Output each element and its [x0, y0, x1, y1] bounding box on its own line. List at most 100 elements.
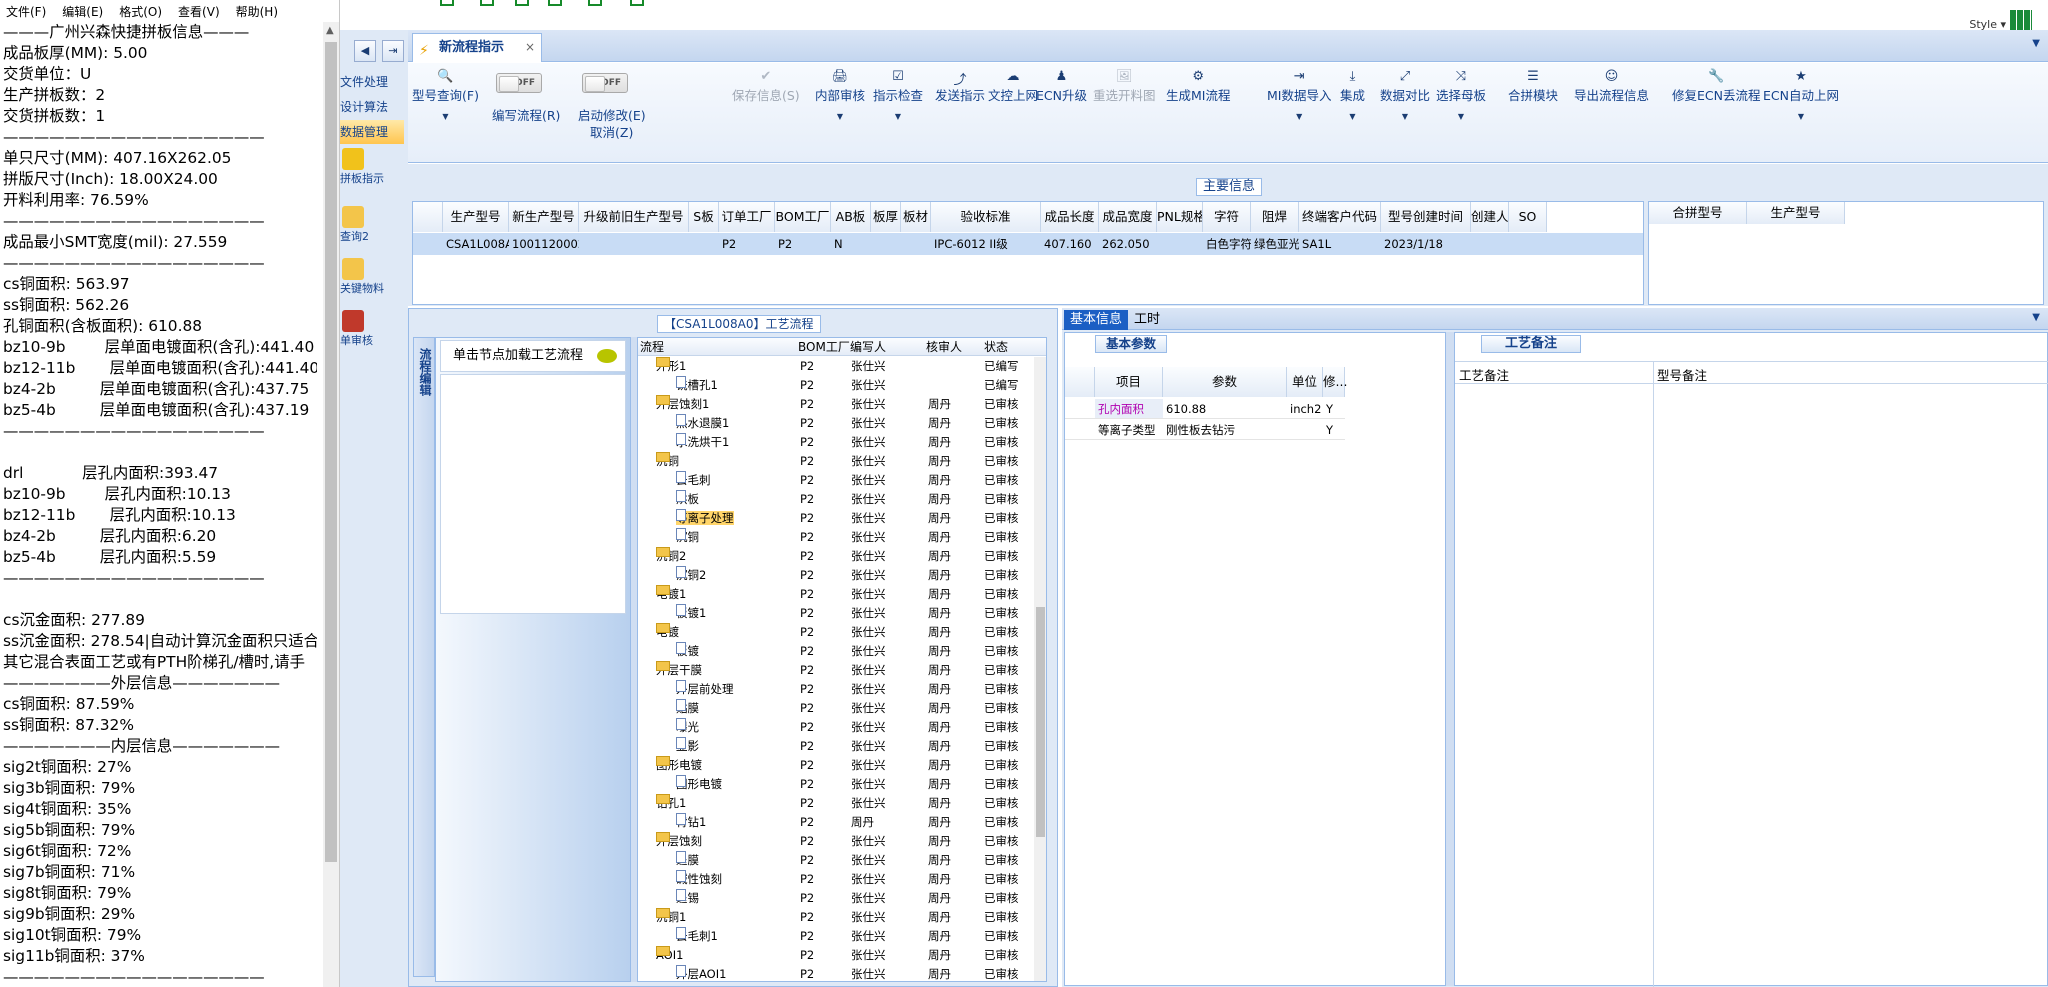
grid-icon[interactable] [2010, 10, 2032, 30]
column-header[interactable]: 升级前旧生产型号 [579, 202, 689, 232]
notepad-text-area[interactable]: ———广州兴森快捷拼板信息——— 成品板厚(MM): 5.00 交货单位：U 生产拼板… [3, 22, 317, 987]
tree-node[interactable]: 曝光 [676, 718, 699, 737]
login-icon[interactable]: ⇥ [382, 40, 404, 62]
menu-item[interactable]: 帮助(H) [236, 3, 278, 20]
toolbar-button[interactable]: ⤴ 发送指示 [935, 69, 985, 104]
column-header[interactable]: AB板 [831, 202, 871, 232]
table-cell[interactable]: P2 [775, 233, 831, 255]
column-header[interactable]: 终端客户代码 [1299, 202, 1381, 232]
tree-row[interactable]: 背钻1 P2 周丹 周丹 已审核 [638, 813, 1033, 832]
tree-node[interactable]: −图形电镀 [656, 756, 702, 775]
table-cell[interactable]: 407.160 [1041, 233, 1099, 255]
table-cell[interactable] [1157, 233, 1203, 255]
column-header[interactable]: 板材 [901, 202, 931, 232]
column-header[interactable]: 阻焊 [1251, 202, 1299, 232]
menu-item[interactable]: 编辑(E) [62, 3, 103, 20]
splitter[interactable] [1446, 332, 1454, 986]
tree-node[interactable]: −电镀 [656, 623, 679, 642]
notepad-scrollbar[interactable]: ▲ [323, 22, 339, 987]
tree-row[interactable]: −沉铜2 P2 张仕兴 周丹 已审核 [638, 547, 1033, 566]
toolbar-button[interactable]: ⚙ 生成MI流程 [1166, 69, 1230, 104]
table-cell[interactable] [1509, 233, 1547, 255]
tree-row[interactable]: −AOI1 P2 张仕兴 周丹 已审核 [638, 946, 1033, 965]
param-mod[interactable]: Y [1323, 420, 1345, 440]
tree-node[interactable]: −沉铜1 [656, 908, 686, 927]
tree-row[interactable]: 去毛刺 P2 张仕兴 周丹 已审核 [638, 471, 1033, 490]
load-flow-hint[interactable]: 单击节点加载工艺流程 [440, 340, 626, 372]
table-cell[interactable]: 262.050 [1099, 233, 1157, 255]
tree-node[interactable]: 外层前处理 [676, 680, 734, 699]
tree-row[interactable]: 图形电镀 P2 张仕兴 周丹 已审核 [638, 775, 1033, 794]
tab-work-hours[interactable]: 工时 [1134, 310, 1160, 330]
tree-row[interactable]: −电镀 P2 张仕兴 周丹 已审核 [638, 623, 1033, 642]
nav-sub-material[interactable]: 关键物料 [340, 258, 404, 296]
tree-column-header[interactable]: BOM工厂 [798, 338, 850, 356]
menu-item[interactable]: 查看(V) [178, 3, 220, 20]
table-cell[interactable]: CSA1L008A0 [443, 233, 509, 255]
column-header[interactable]: 订单工厂 [719, 202, 775, 232]
tree-row[interactable]: −图形电镀 P2 张仕兴 周丹 已审核 [638, 756, 1033, 775]
column-header[interactable]: 修... [1323, 367, 1347, 397]
column-header[interactable]: BOM工厂 [775, 202, 831, 232]
param-item[interactable]: 等离子类型 [1095, 420, 1163, 440]
table-cell[interactable]: N [831, 233, 871, 255]
tree-row[interactable]: 去毛刺1 P2 张仕兴 周丹 已审核 [638, 927, 1033, 946]
tree-node[interactable]: 沉铜 [676, 528, 699, 547]
column-header[interactable]: 参数 [1163, 367, 1287, 397]
column-header[interactable]: 项目 [1095, 367, 1163, 397]
menu-item[interactable]: 文件(F) [6, 3, 46, 20]
tree-row[interactable]: 曝光 P2 张仕兴 周丹 已审核 [638, 718, 1033, 737]
scrollbar-thumb[interactable] [1036, 607, 1045, 837]
toolbar-button[interactable]: 🖨 内部审核 ▼ [815, 69, 865, 121]
nav-item-file[interactable]: 文件处理 [340, 70, 404, 94]
chevron-down-icon[interactable]: ▼ [1340, 112, 1365, 121]
tab-menu-chevron-icon[interactable]: ▼ [2032, 38, 2040, 49]
tree-row[interactable]: −沉铜 P2 张仕兴 周丹 已审核 [638, 452, 1033, 471]
tree-node[interactable]: 热水退膜1 [676, 414, 729, 433]
tree-node[interactable]: 烘板 [676, 490, 699, 509]
flow-node-list[interactable] [440, 374, 626, 614]
tree-node[interactable]: −沉铜2 [656, 547, 686, 566]
tree-row[interactable]: 热水退膜1 P2 张仕兴 周丹 已审核 [638, 414, 1033, 433]
param-unit[interactable]: inch2 [1287, 399, 1323, 419]
tree-row[interactable]: 外层AOI1 P2 张仕兴 周丹 已审核 [638, 965, 1033, 981]
column-header[interactable]: 生产型号 [1747, 202, 1845, 224]
toolbar-button[interactable]: 🔧 修复ECN丢流程 [1672, 69, 1760, 104]
param-mod[interactable]: Y [1323, 399, 1345, 419]
column-header[interactable]: 成品长度 [1041, 202, 1099, 232]
table-cell[interactable] [579, 233, 689, 255]
tree-column-header[interactable]: 状态 [984, 338, 1008, 356]
vertical-tab-flow-edit[interactable]: 流程编辑 [413, 337, 435, 977]
toolbar-button[interactable]: ⤨ 选择母板 ▼ [1436, 69, 1486, 121]
table-cell[interactable]: 10011200028861 [509, 233, 579, 255]
tree-node[interactable]: −沉铜 [656, 452, 679, 471]
column-header[interactable]: 型号创建时间 [1381, 202, 1471, 232]
tree-node[interactable]: 背钻1 [676, 813, 706, 832]
tree-node[interactable]: 外层AOI1 [676, 965, 726, 981]
scrollbar-thumb[interactable] [325, 42, 337, 862]
tree-row[interactable]: 铣槽孔1 P2 张仕兴 已编写 [638, 376, 1033, 395]
write-flow-toggle[interactable]: OFF [496, 73, 542, 93]
tree-node[interactable]: 沉铜2 [676, 566, 706, 585]
tree-node[interactable]: 贴膜 [676, 699, 699, 718]
toolbar-button[interactable]: ☁ 文控上网 [988, 69, 1038, 104]
table-cell[interactable]: SA1L [1299, 233, 1381, 255]
tab-basic-info[interactable]: 基本信息 [1064, 310, 1128, 330]
tree-node[interactable]: −电镀1 [656, 585, 686, 604]
tree-row[interactable]: 显影 P2 张仕兴 周丹 已审核 [638, 737, 1033, 756]
tree-row[interactable]: 外层前处理 P2 张仕兴 周丹 已审核 [638, 680, 1033, 699]
chevron-down-icon[interactable]: ▼ [2032, 312, 2040, 323]
scroll-up-icon[interactable]: ▲ [326, 25, 334, 36]
table-cell[interactable]: 绿色亚光 [1251, 233, 1299, 255]
tree-row[interactable]: 沉铜 P2 张仕兴 周丹 已审核 [638, 528, 1033, 547]
column-header[interactable]: PNL规格 [1157, 202, 1203, 232]
table-cell[interactable]: P2 [719, 233, 775, 255]
toolbar-button[interactable]: ⇥ MI数据导入 ▼ [1267, 69, 1331, 121]
tree-node[interactable]: −外层蚀刻1 [656, 395, 709, 414]
tree-row[interactable]: 等离子处理 P2 张仕兴 周丹 已审核 [638, 509, 1033, 528]
tree-node[interactable]: 板镀1 [676, 604, 706, 623]
table-cell[interactable]: 白色字符 [1203, 233, 1251, 255]
toolbar-button[interactable]: ☑ 指示检查 ▼ [873, 69, 923, 121]
tree-row[interactable]: 碱性蚀刻 P2 张仕兴 周丹 已审核 [638, 870, 1033, 889]
column-header[interactable]: SO [1509, 202, 1547, 232]
